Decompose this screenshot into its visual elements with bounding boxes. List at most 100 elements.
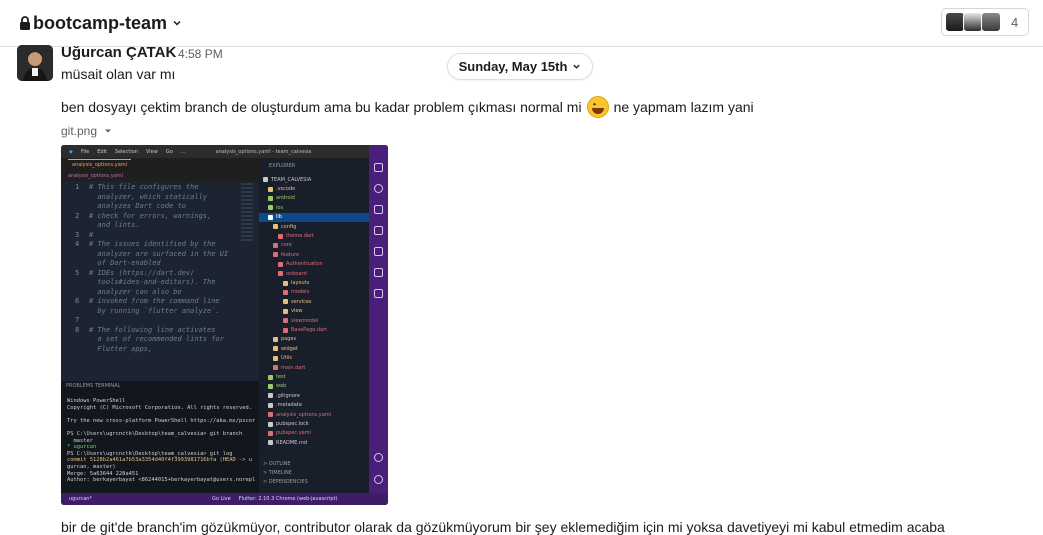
explorer-item: feature: [259, 250, 369, 259]
channel-name: bootcamp-team: [33, 12, 168, 33]
menu-view: View: [145, 148, 158, 155]
avatar[interactable]: [17, 45, 53, 81]
explorer-item-label: lib: [276, 214, 282, 221]
message-text: bir de git'de branch'im gözükmüyor, cont…: [61, 519, 945, 535]
file-explorer: EXPLORER TEAM_CALVESIA .vscode android ios l…: [259, 159, 369, 505]
file-icon: [268, 421, 273, 427]
code-text: #: [89, 230, 94, 239]
vscode-statusbar: ugurcan* Go Live Flutter: 2.10.3 Chrome …: [61, 493, 388, 505]
terminal-line: PS C:\Users\ugrcnctk\Desktop\team_calves…: [67, 450, 233, 457]
lock-icon: [20, 16, 30, 30]
remote-icon: [374, 289, 383, 298]
explorer-item-label: .metadata: [276, 402, 302, 409]
members-button[interactable]: 4: [941, 8, 1029, 36]
explorer-item: Utils: [259, 354, 369, 363]
line-number: 8: [75, 325, 80, 334]
file-icon: [278, 271, 283, 277]
code-text: analyzer can also be: [89, 287, 182, 296]
chevron-down-icon: [173, 20, 181, 26]
explorer-item-label: layouts: [291, 280, 310, 287]
code-line: and lints.: [75, 221, 228, 231]
menu-file: File: [80, 148, 90, 155]
explorer-item: models: [259, 288, 369, 297]
file-icon: [268, 402, 273, 408]
explorer-item: lib: [259, 212, 369, 222]
explorer-item: pages: [259, 335, 369, 344]
explorer-item: Authentication: [259, 260, 369, 269]
code-text: and lints.: [89, 221, 140, 229]
file-icon: [278, 233, 283, 239]
file-icon: [268, 205, 273, 211]
file-icon: [283, 318, 288, 324]
file-icon: [283, 280, 288, 286]
message-text-part: ben dosyayı çektim branch de oluşturdum …: [61, 99, 582, 115]
explorer-item: analysis_options.yaml: [259, 410, 369, 419]
explorer-item-label: onboard: [286, 270, 307, 277]
file-icon: [273, 365, 278, 371]
explorer-item: onboard: [259, 269, 369, 278]
explorer-item: config: [259, 222, 369, 231]
code-line: 2 # check for errors, warnings,: [75, 212, 228, 222]
day-divider-button[interactable]: Sunday, May 15th: [447, 53, 593, 80]
code-lines: 1 # This file configures the analyzer, wh…: [75, 183, 228, 354]
attached-image[interactable]: ◆ File Edit Selection View Go ... analys…: [61, 145, 388, 505]
explorer-item-label: pubspec.lock: [276, 421, 309, 428]
file-icon: [268, 393, 273, 399]
channel-name-button[interactable]: bootcamp-team: [19, 11, 182, 35]
code-line: 5 # IDEs (https://dart.dev/: [75, 269, 228, 279]
code-line: by running `flutter analyze`.: [75, 307, 228, 317]
file-icon: [273, 242, 278, 248]
testing-icon: [374, 268, 383, 277]
code-text: a set of recommended lints for: [89, 335, 224, 343]
explorer-item-label: widget: [281, 345, 298, 352]
profile-photo: [17, 45, 53, 81]
explorer-item-label: Authentication: [286, 261, 323, 268]
code-line: 7: [75, 316, 228, 326]
explorer-item: TEAM_CALVESIA: [259, 175, 369, 184]
explorer-item: layouts: [259, 278, 369, 287]
explorer-item: README.md: [259, 438, 369, 447]
files-icon: [374, 163, 383, 172]
line-number: 6: [75, 297, 80, 305]
editor-tab: analysis_options.yaml: [68, 159, 132, 170]
extensions-icon: [374, 247, 383, 256]
explorer-item-label: view: [291, 308, 303, 315]
explorer-item-label: .gitignore: [276, 392, 300, 399]
code-line: analyzes Dart code to: [75, 202, 228, 212]
file-icon: [273, 252, 278, 258]
file-icon: [283, 289, 288, 295]
terminal-line: gurcan, master): [67, 463, 116, 470]
explorer-item-label: pubspec.yaml: [276, 430, 311, 437]
code-editor: 1 # This file configures the analyzer, wh…: [61, 181, 259, 381]
menu-edit: Edit: [97, 148, 107, 155]
file-icon: [268, 186, 273, 192]
vscode-titlebar: ◆ File Edit Selection View Go ... analys…: [61, 145, 388, 158]
run-debug-icon: [374, 226, 383, 235]
explorer-item: android: [259, 194, 369, 203]
explorer-item-label: feature: [281, 251, 300, 258]
menu-selection: Selection: [114, 148, 138, 155]
message-timestamp[interactable]: 4:58 PM: [178, 47, 223, 61]
code-text: # The issues identified by the: [89, 240, 216, 248]
message-text: ben dosyayı çektim branch de oluşturdum …: [61, 96, 754, 118]
terminal-line: Author: berkayerbayat <86244015+berkayer…: [67, 477, 256, 484]
explorer-item: core: [259, 241, 369, 250]
member-count: 4: [1011, 14, 1019, 30]
explorer-item-label: viewmodel: [291, 317, 319, 324]
explorer-item-label: models: [291, 289, 310, 296]
code-text: by running `flutter analyze`.: [89, 306, 220, 315]
message-sender[interactable]: Uğurcan ÇATAK: [61, 44, 176, 61]
code-line: 6 # invoked from the command line: [75, 297, 228, 307]
explorer-item: .gitignore: [259, 391, 369, 400]
member-avatar: [963, 12, 983, 32]
grinning-face-emoji-icon: [586, 96, 609, 118]
account-icon: [374, 453, 383, 462]
terminal-line: * ugurcan: [67, 444, 97, 451]
explorer-item-label: web: [276, 383, 287, 390]
attachment-toggle[interactable]: git.png: [61, 124, 112, 138]
code-text: analyzer are surfaced in the UI: [89, 249, 229, 258]
file-icon: [283, 327, 288, 333]
explorer-item: ios: [259, 203, 369, 212]
